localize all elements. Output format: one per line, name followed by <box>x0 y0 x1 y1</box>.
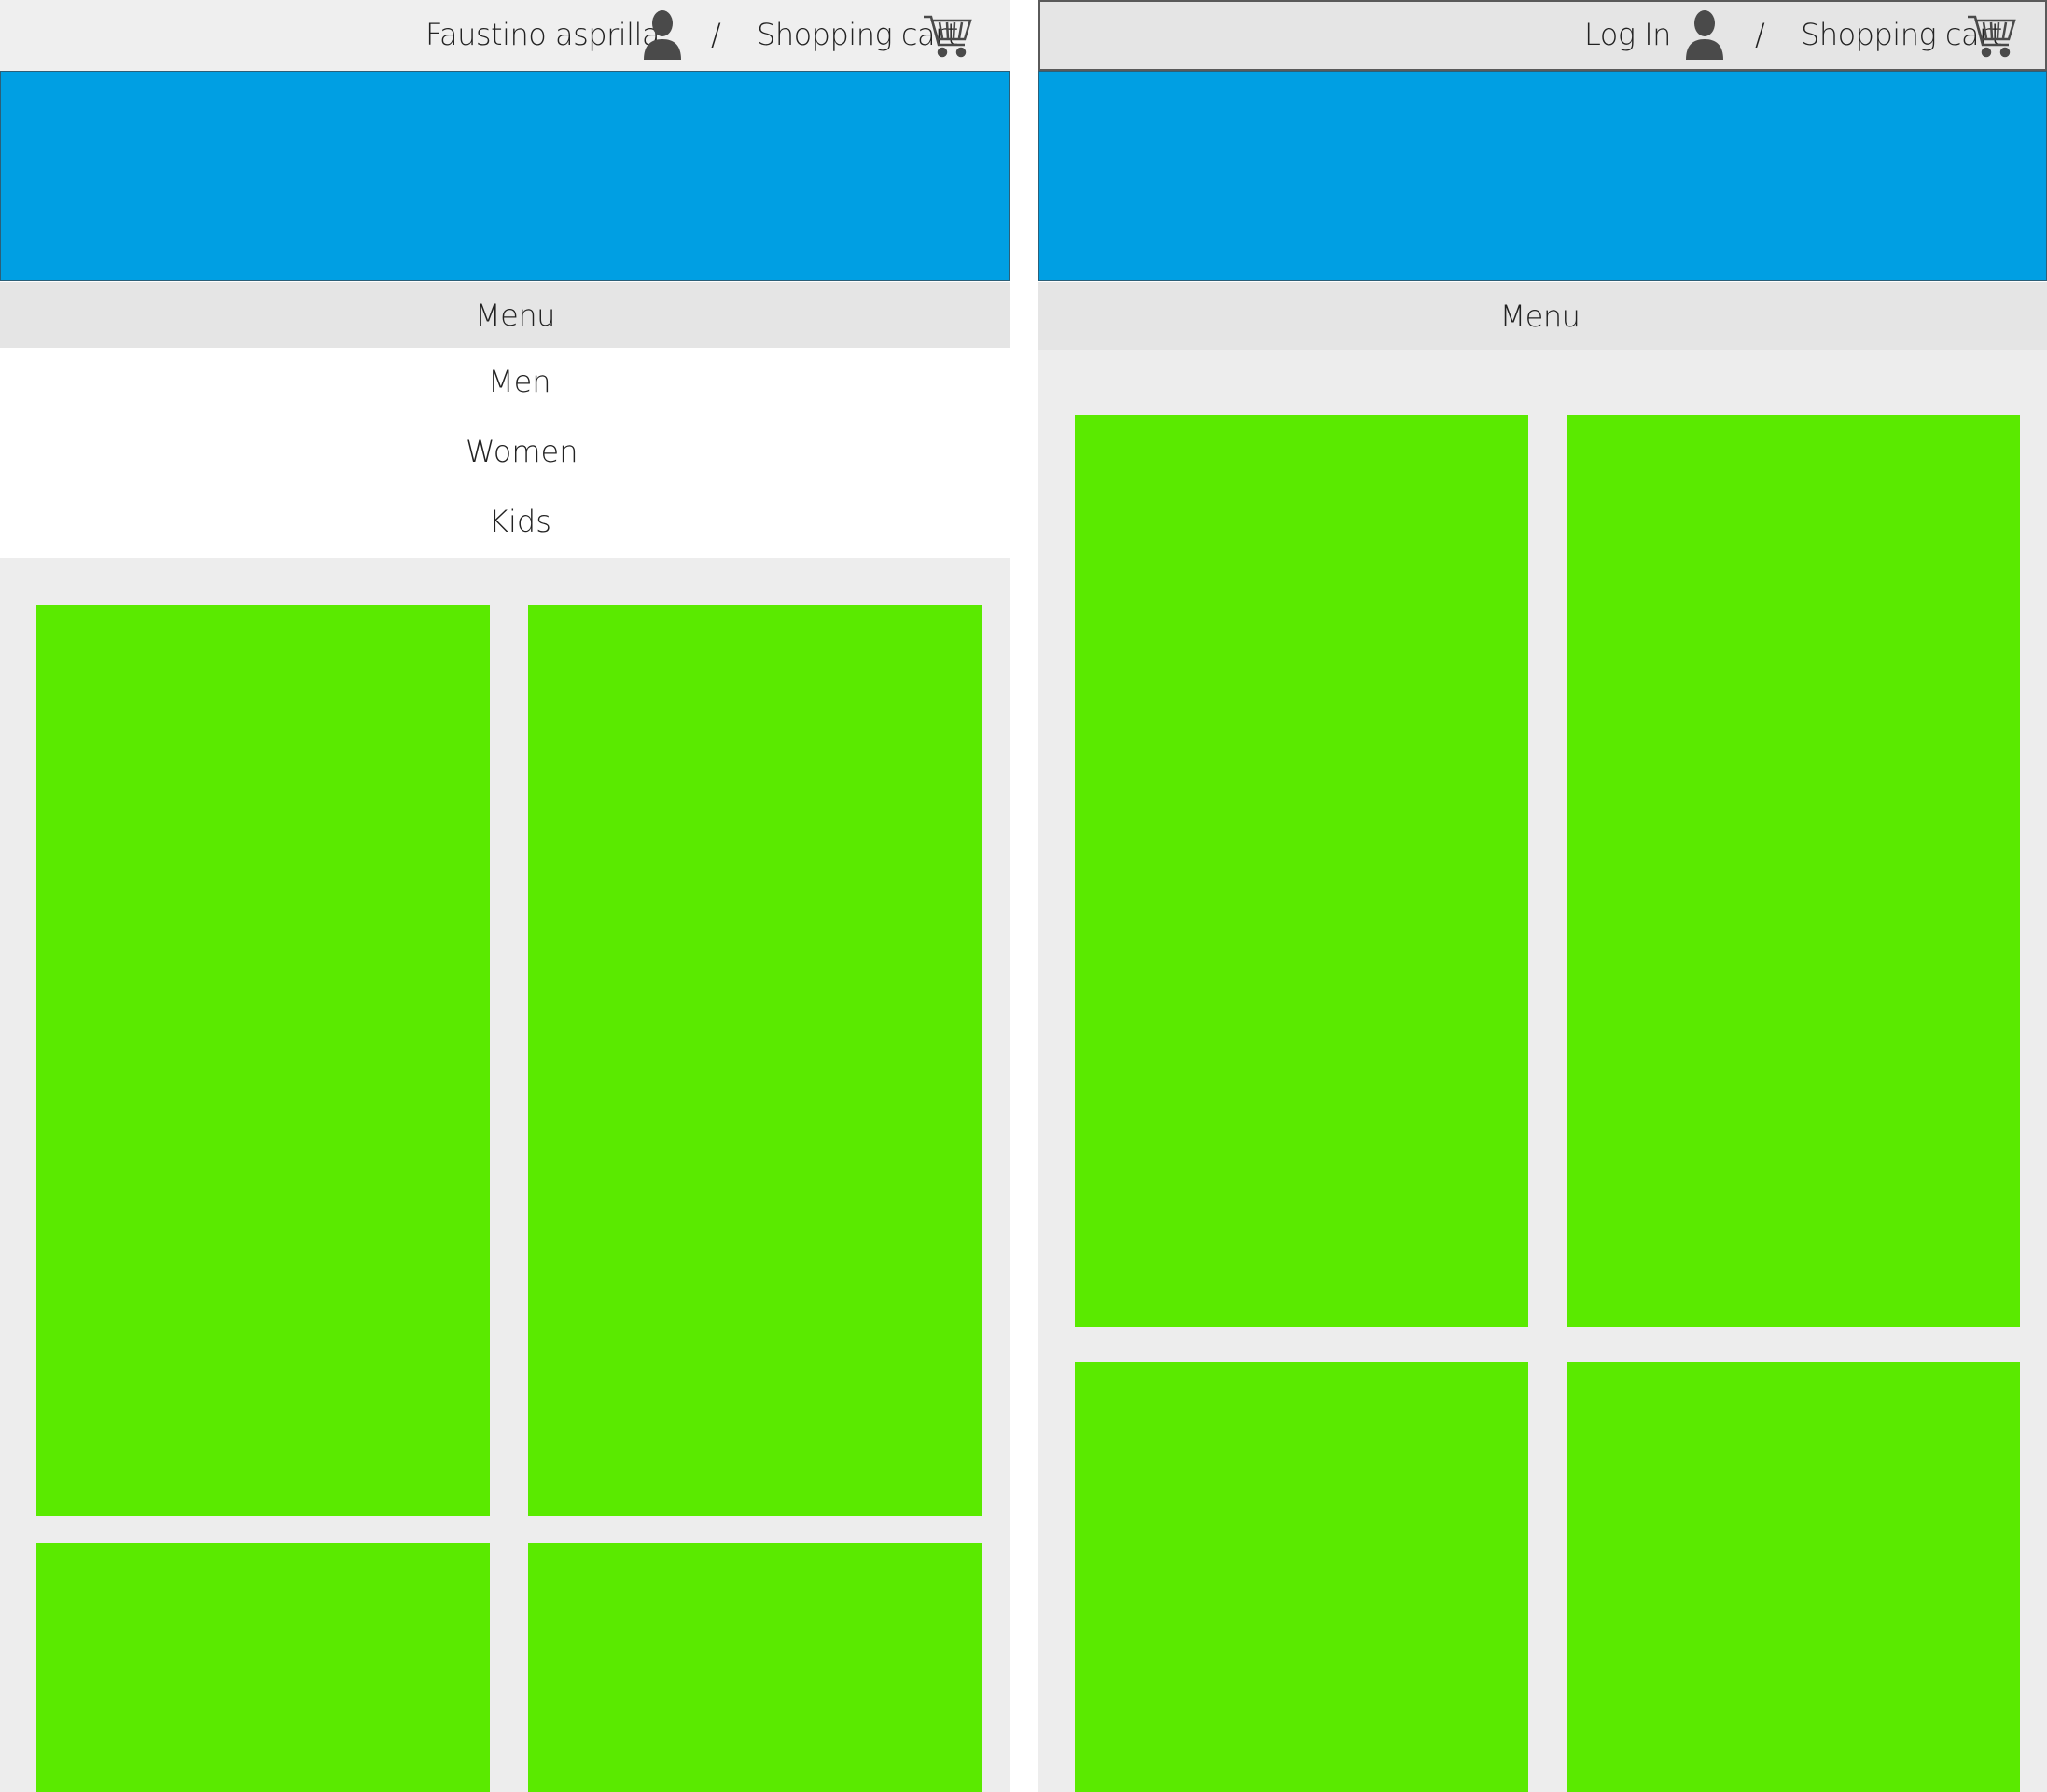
product-tile[interactable] <box>1567 415 2020 1327</box>
product-tile[interactable] <box>36 1543 490 1792</box>
menu-bar[interactable]: Menu <box>0 282 1010 348</box>
product-tile[interactable] <box>36 605 490 1516</box>
user-icon[interactable] <box>640 9 685 62</box>
top-bar: Log In / Shopping cart <box>1038 0 2047 71</box>
menu-label: Menu <box>1499 298 1581 334</box>
product-tile[interactable] <box>528 1543 982 1792</box>
product-tile[interactable] <box>528 605 982 1516</box>
menu-item-men[interactable]: Men <box>488 364 551 399</box>
header-separator: / <box>1755 17 1765 52</box>
hero-banner[interactable] <box>1038 71 2047 281</box>
menu-item-kids[interactable]: Kids <box>489 504 551 539</box>
menu-bar[interactable]: Menu <box>1038 282 2047 350</box>
panel-logged-out: Log In / Shopping cart Menu <box>1038 0 2047 1792</box>
panel-logged-in: Faustino asprilla / Shopping cart Menu M… <box>0 0 1010 1792</box>
menu-dropdown: Men Women Kids <box>0 348 1010 558</box>
product-grid <box>0 558 1010 1792</box>
top-bar: Faustino asprilla / Shopping cart <box>0 0 1010 71</box>
product-tile[interactable] <box>1567 1362 2020 1792</box>
hero-banner[interactable] <box>0 71 1010 281</box>
product-grid <box>1038 350 2047 1792</box>
product-tile[interactable] <box>1075 1362 1528 1792</box>
shopping-cart-icon[interactable] <box>1966 13 2016 60</box>
user-icon[interactable] <box>1682 9 1727 62</box>
header-separator: / <box>711 17 721 52</box>
product-tile[interactable] <box>1075 415 1528 1327</box>
login-link[interactable]: Log In <box>1584 17 1671 52</box>
user-name-link[interactable]: Faustino asprilla <box>425 17 661 52</box>
shopping-cart-icon[interactable] <box>922 13 972 60</box>
menu-label: Menu <box>475 297 555 333</box>
menu-item-women[interactable]: Women <box>466 434 578 469</box>
